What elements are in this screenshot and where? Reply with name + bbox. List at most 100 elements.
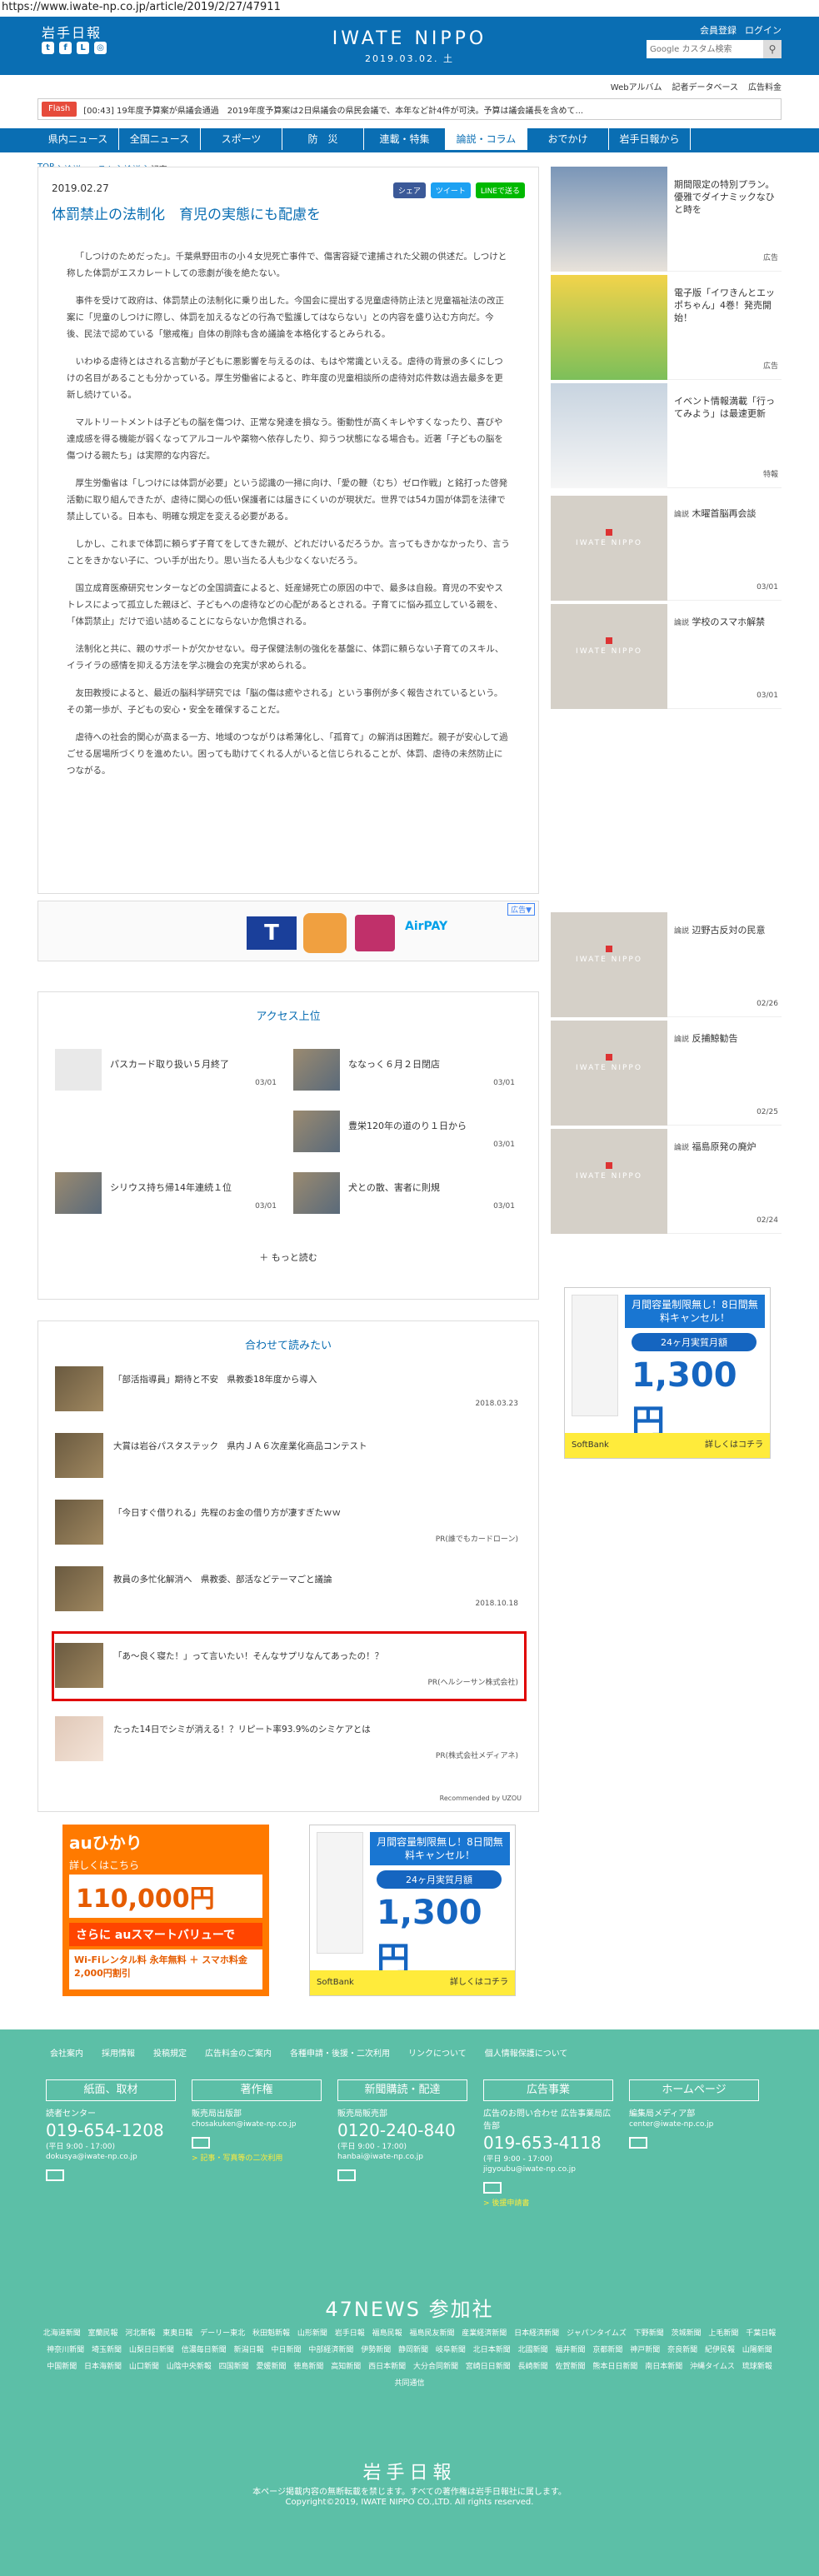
sidebar-item[interactable]: IWATE NIPPO 論説 辺野古反対の民意 02/26 [551, 912, 782, 1017]
nav-editorial[interactable]: 論説・コラム [446, 128, 527, 150]
mail-icon[interactable] [629, 2137, 647, 2149]
more-button[interactable]: ＋ もっと読む [38, 1251, 538, 1264]
related-item-title[interactable]: 大賞は岩谷パスタステック 県内ＪＡ６次産業化商品コンテスト [113, 1440, 367, 1452]
recommended-by[interactable]: Recommended by UZOU [440, 1795, 522, 1802]
ranking-item[interactable]: シリウス持ち帰14年連続１位 03/01 [55, 1172, 280, 1214]
twitter-share-button[interactable]: ツイート [430, 182, 471, 198]
sidebar-item-text[interactable]: 論説 福島原発の廃炉 [674, 1141, 777, 1155]
footer-link-applications[interactable]: 各種申請・後援・二次利用 [290, 2046, 390, 2059]
sidebar-item[interactable]: IWATE NIPPO 論説 学校のスマホ解禁 03/01 [551, 604, 782, 709]
footer-col-head[interactable]: 紙面、取材 [46, 2079, 176, 2101]
subnav-reporter-db[interactable]: 記者データベース [672, 80, 739, 92]
sidebar-item-text[interactable]: 論説 辺野古反対の民意 [674, 924, 777, 938]
footer-note-link[interactable]: > 記事・写真等の二次利用 [192, 2152, 322, 2163]
facebook-share-button[interactable]: シェア [392, 182, 426, 198]
footer-logo[interactable]: 岩手日報 [0, 2458, 819, 2484]
sidebar-item-text[interactable]: 論説 木曜首脳再会談 [674, 507, 777, 522]
search-icon[interactable]: ⚲ [763, 40, 782, 58]
sidebar-item[interactable]: IWATE NIPPO 論説 福島原発の廃炉 02/24 [551, 1129, 782, 1234]
email[interactable]: chosakuken@iwate-np.co.jp [192, 2120, 322, 2129]
ranking-item[interactable]: ななっく６月２日閉店 03/01 [293, 1049, 518, 1091]
footer-col-head[interactable]: 著作権 [192, 2079, 322, 2101]
footer-col-head[interactable]: ホームページ [629, 2079, 759, 2101]
url-bar[interactable]: https://www.iwate-np.co.jp/article/2019/… [0, 0, 819, 17]
sb-ad-link[interactable]: 詳しくはコチラ [450, 1970, 508, 1995]
softbank-ad[interactable]: 月間容量制限無し！8日間無料キャンセル！ 24ヶ月実質月額 1,300円 Sof… [309, 1825, 516, 1996]
phone-number[interactable]: 0120-240-840 [337, 2120, 467, 2140]
phone-number[interactable]: 019-654-1208 [46, 2120, 176, 2140]
member-register-link[interactable]: 会員登録 [700, 23, 737, 37]
nav-local-news[interactable]: 県内ニュース [37, 128, 119, 150]
search-input[interactable] [647, 40, 763, 58]
mail-icon[interactable] [483, 2182, 502, 2194]
sidebar-item-text[interactable]: 論説 反捕鯨勧告 [674, 1032, 777, 1046]
footer-link-links[interactable]: リンクについて [408, 2046, 467, 2059]
line-share-button[interactable]: LINEで送る [475, 182, 525, 198]
footer-link-privacy[interactable]: 個人情報保護について [485, 2046, 568, 2059]
footer-link-company[interactable]: 会社案内 [50, 2046, 83, 2059]
related-thumbnail [55, 1566, 103, 1611]
related-item[interactable]: たった14日でシミが消える！？リピート率93.9%のシミケアとは PR(株式会社… [55, 1713, 522, 1763]
email[interactable]: hanbai@iwate-np.co.jp [337, 2153, 467, 2161]
subnav-web-album[interactable]: Webアルバム [611, 80, 662, 92]
related-item-title[interactable]: 「あ～良く寝た！」って言いたい！そんなサプリなんてあったの！？ [113, 1650, 383, 1662]
sidebar-item-text[interactable]: 期間限定の特別プラン。優雅でダイナミックなひと時を [674, 178, 777, 216]
related-item-title[interactable]: たった14日でシミが消える！？リピート率93.9%のシミケアとは [113, 1723, 371, 1735]
news47-members[interactable]: 北海道新聞 室蘭民報 河北新報 東奥日報 デーリー東北 秋田魁新報 山形新聞 岩… [42, 2325, 777, 2392]
related-item[interactable]: 大賞は岩谷パスタステック 県内ＪＡ６次産業化商品コンテスト [55, 1430, 522, 1480]
related-item-title[interactable]: 「今日すぐ借りれる」先程のお金の借り方が凄すぎたｗｗ [113, 1506, 341, 1519]
subnav-ad-rates[interactable]: 広告料金 [748, 80, 782, 92]
sidebar-item-text[interactable]: 論説 学校のスマホ解禁 [674, 616, 777, 630]
sb-ad-link[interactable]: 詳しくはコチラ [705, 1433, 763, 1458]
footer-link-recruit[interactable]: 採用情報 [102, 2046, 135, 2059]
email[interactable]: dokusya@iwate-np.co.jp [46, 2153, 176, 2161]
ranking-item[interactable]: 犬との散、害者に則規 03/01 [293, 1172, 518, 1214]
ranking-item-title[interactable]: 犬との散、害者に則規 [348, 1181, 440, 1194]
sidebar-item[interactable]: IWATE NIPPO 論説 反捕鯨勧告 02/25 [551, 1021, 782, 1126]
au-ad-title: auひかり [69, 1833, 142, 1853]
au-ad-link[interactable]: 詳しくはこちら [69, 1858, 139, 1872]
flash-text[interactable]: [00:43] 19年度予算案が県議会通過 2019年度予算案は2日県議会の県民… [77, 103, 583, 116]
sidebar-item[interactable]: IWATE NIPPO 論説 木曜首脳再会談 03/01 [551, 496, 782, 601]
footer-link-ad-rates[interactable]: 広告料金のご案内 [205, 2046, 272, 2059]
login-link[interactable]: ログイン [745, 23, 782, 37]
nav-from-iwate-nippo[interactable]: 岩手日報から [609, 128, 691, 150]
related-item[interactable]: 「部活指導員」期待と不安 県教委18年度から導入 2018.03.23 [55, 1363, 522, 1413]
footer-col-head[interactable]: 広告事業 [483, 2079, 613, 2101]
email[interactable]: jigyoubu@iwate-np.co.jp [483, 2165, 613, 2174]
sidebar-item-text[interactable]: イベント情報満載「行ってみよう」は最速更新 [674, 395, 777, 420]
flash-news-bar[interactable]: Flash [00:43] 19年度予算案が県議会通過 2019年度予算案は2日… [37, 98, 782, 120]
nav-national-news[interactable]: 全国ニュース [119, 128, 201, 150]
ad-banner[interactable]: 広告▼ T AirPAY [37, 901, 539, 961]
related-item-title[interactable]: 教員の多忙化解消へ 県教委、部活などテーマごと議論 [113, 1573, 332, 1585]
au-hikari-ad[interactable]: auひかり 詳しくはこちら 110,000円 さらに auスマートバリューで W… [62, 1825, 269, 1996]
sidebar-item[interactable]: 期間限定の特別プラン。優雅でダイナミックなひと時を 広告 [551, 167, 782, 272]
nav-outing[interactable]: おでかけ [527, 128, 609, 150]
ranking-item-title[interactable]: 豊栄120年の道のり１日から [348, 1119, 467, 1132]
related-item[interactable]: 「今日すぐ借りれる」先程のお金の借り方が凄すぎたｗｗ PR(誰でもカードローン) [55, 1496, 522, 1546]
email[interactable]: center@iwate-np.co.jp [629, 2120, 759, 2129]
ad-label[interactable]: 広告▼ [507, 903, 535, 916]
ranking-item-title[interactable]: ななっく６月２日閉店 [348, 1057, 440, 1071]
ranking-item[interactable]: 豊栄120年の道のり１日から 03/01 [293, 1111, 518, 1152]
sidebar-softbank-ad[interactable]: 月間容量制限無し！8日間無料キャンセル！ 24ヶ月実質月額 1,300円 Sof… [564, 1287, 771, 1459]
ranking-item[interactable]: パスカード取り扱い５月終了 03/01 [55, 1049, 280, 1091]
nav-sports[interactable]: スポーツ [201, 128, 282, 150]
sidebar-item-text[interactable]: 電子版「イワきんとエッポちゃん」4巻！発売開始！ [674, 287, 777, 324]
footer-link-submission[interactable]: 投稿規定 [153, 2046, 187, 2059]
sidebar-item[interactable]: 電子版「イワきんとエッポちゃん」4巻！発売開始！ 広告 [551, 275, 782, 380]
phone-number[interactable]: 019-653-4118 [483, 2133, 613, 2153]
nav-features[interactable]: 連載・特集 [364, 128, 446, 150]
ranking-item-title[interactable]: パスカード取り扱い５月終了 [110, 1057, 229, 1071]
related-item-title[interactable]: 「部活指導員」期待と不安 県教委18年度から導入 [113, 1373, 317, 1385]
related-item[interactable]: 「あ～良く寝た！」って言いたい！そんなサプリなんてあったの！？ PR(ヘルシーサ… [55, 1640, 522, 1690]
mail-icon[interactable] [337, 2169, 356, 2181]
footer-note-link[interactable]: > 後援申請書 [483, 2197, 613, 2208]
footer-col-head[interactable]: 新聞購読・配達 [337, 2079, 467, 2101]
related-item[interactable]: 教員の多忙化解消へ 県教委、部活などテーマごと議論 2018.10.18 [55, 1563, 522, 1613]
mail-icon[interactable] [192, 2137, 210, 2149]
mail-icon[interactable] [46, 2169, 64, 2181]
sidebar-item[interactable]: イベント情報満載「行ってみよう」は最速更新 特報 [551, 383, 782, 488]
ranking-item-title[interactable]: シリウス持ち帰14年連続１位 [110, 1181, 232, 1194]
nav-disaster[interactable]: 防 災 [282, 128, 364, 150]
